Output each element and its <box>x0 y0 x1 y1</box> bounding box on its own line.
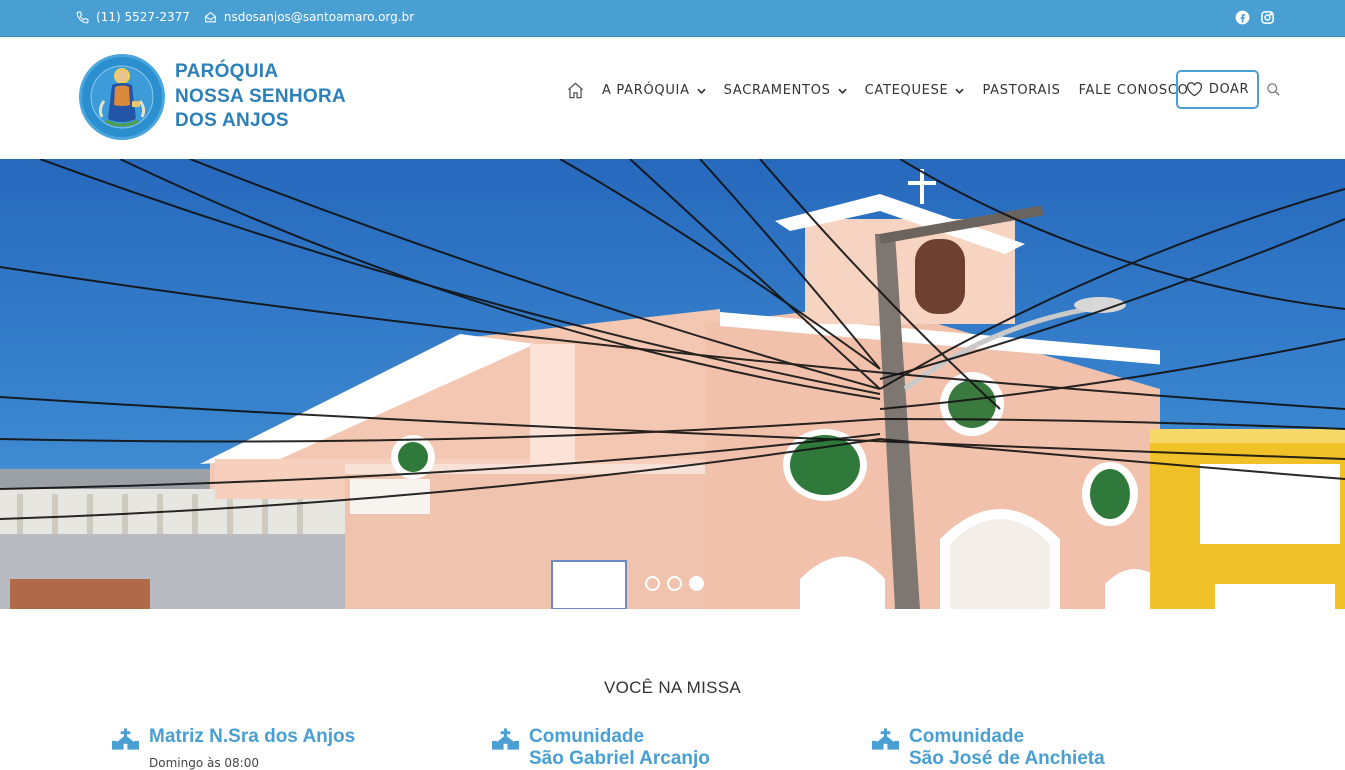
parish-name-line-1: PARÓQUIA <box>175 61 279 83</box>
parish-emblem <box>79 54 165 140</box>
nav-item-label: FALE CONOSCO <box>1078 83 1189 98</box>
church-icon <box>872 728 899 750</box>
top-bar: (11) 5527-2377 nsdosanjos@santoamaro.org… <box>0 0 1345 37</box>
mass-card-title: Matriz N.Sra dos Anjos <box>149 726 356 747</box>
envelope-icon <box>204 11 216 22</box>
section-title: VOCÊ NA MISSA <box>603 678 742 697</box>
site-header: PARÓQUIA NOSSA SENHORA DOS ANJOS A PARÓQ… <box>0 37 1345 159</box>
slider-dot-2[interactable] <box>667 576 682 591</box>
phone-contact[interactable]: (11) 5527-2377 <box>76 10 190 24</box>
church-photo <box>0 159 1345 609</box>
site-logo[interactable]: PARÓQUIA NOSSA SENHORA DOS ANJOS <box>79 54 346 140</box>
hero-slider[interactable] <box>0 159 1345 609</box>
nav-item-label: SACRAMENTOS <box>723 83 831 98</box>
chevron-down-icon <box>696 88 706 94</box>
mass-card-sao-jose[interactable]: Comunidade São José de Anchieta <box>872 726 1105 770</box>
email-contact[interactable]: nsdosanjos@santoamaro.org.br <box>204 10 414 24</box>
nav-item-sacramentos[interactable]: SACRAMENTOS <box>724 83 847 98</box>
parish-name-line-3: DOS ANJOS <box>175 110 289 132</box>
nav-item-a-paroquia[interactable]: A PARÓQUIA <box>602 83 706 98</box>
mass-card-title: Comunidade <box>909 726 1025 747</box>
social-links <box>1225 10 1275 25</box>
contact-info: (11) 5527-2377 nsdosanjos@santoamaro.org… <box>76 10 428 24</box>
nav-item-label: CATEQUESE <box>864 83 949 98</box>
church-icon <box>112 728 139 750</box>
mass-card-sao-gabriel[interactable]: Comunidade São Gabriel Arcanjo <box>492 726 710 770</box>
email-address: nsdosanjos@santoamaro.org.br <box>223 10 415 24</box>
parish-name-line-2: NOSSA SENHORA <box>175 85 347 107</box>
heart-icon <box>1186 82 1202 97</box>
facebook-icon[interactable] <box>1235 10 1250 25</box>
phone-icon <box>76 11 89 23</box>
instagram-icon[interactable] <box>1260 10 1275 25</box>
chevron-down-icon <box>955 88 965 94</box>
mass-card-subtitle: São José de Anchieta <box>909 748 1105 769</box>
nav-item-catequese[interactable]: CATEQUESE <box>865 83 965 98</box>
parish-name: PARÓQUIA NOSSA SENHORA DOS ANJOS <box>175 60 346 134</box>
donate-button[interactable]: DOAR <box>1176 70 1259 109</box>
slider-dot-3[interactable] <box>689 576 704 591</box>
chevron-down-icon <box>837 88 847 94</box>
slider-pagination <box>645 576 711 591</box>
nav-item-label: A PARÓQUIA <box>602 83 690 98</box>
mass-card-title: Comunidade <box>529 726 645 747</box>
mass-card-subtitle: São Gabriel Arcanjo <box>529 748 710 769</box>
church-icon <box>492 728 519 750</box>
phone-number: (11) 5527-2377 <box>96 10 190 24</box>
nav-item-pastorais[interactable]: PASTORAIS <box>982 83 1060 98</box>
donate-label: DOAR <box>1208 82 1250 97</box>
home-icon[interactable] <box>566 81 585 100</box>
mass-card-matriz[interactable]: Matriz N.Sra dos Anjos Domingo às 08:00 <box>112 726 355 770</box>
main-nav: A PARÓQUIA SACRAMENTOS CATEQUESE PASTORA… <box>566 81 1207 100</box>
slider-dot-1[interactable] <box>645 576 660 591</box>
nav-item-fale-conosco[interactable]: FALE CONOSCO <box>1079 83 1189 98</box>
nav-item-label: PASTORAIS <box>982 83 1061 98</box>
search-icon[interactable] <box>1266 82 1281 97</box>
